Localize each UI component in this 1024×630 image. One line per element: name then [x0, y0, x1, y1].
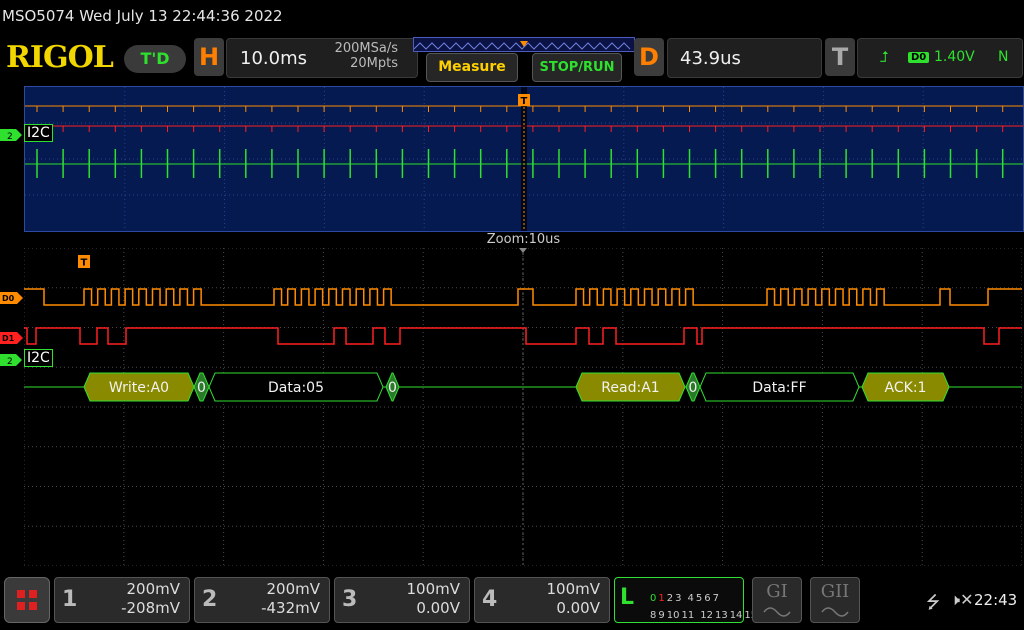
- trigger-level: 1.40V: [934, 49, 975, 65]
- channel-4-volts: 100mV: [546, 580, 600, 598]
- mute-icon[interactable]: 🕨✕: [950, 590, 974, 610]
- zoom-label: Zoom:10us: [486, 232, 561, 247]
- channel-3-offset: 0.00V: [416, 599, 460, 617]
- grid-menu-icon: [17, 590, 37, 610]
- decode-packet-label: Data:FF: [752, 380, 806, 396]
- logic-channel-13: 13: [714, 610, 728, 621]
- main-waveform: T Write:A0 0 Data:05 0 Read:A1 0 Data:FF ACK:1: [23, 247, 1023, 567]
- decode-packet-label: Read:A1: [601, 380, 659, 396]
- decode-packet-label: 0: [197, 380, 206, 396]
- logic-channel-11: 11: [681, 610, 695, 621]
- timebase-overview-bar[interactable]: [413, 37, 635, 52]
- channel-4-scale: 100mV 0.00V: [500, 580, 600, 618]
- channel-1-volts: 200mV: [126, 580, 180, 598]
- home-menu-button[interactable]: [4, 577, 50, 623]
- delay-label[interactable]: D: [634, 38, 664, 76]
- d0-trace: [24, 288, 1022, 306]
- channel-2-offset: -432mV: [261, 599, 320, 617]
- measure-button[interactable]: Measure: [426, 53, 518, 82]
- overview-waveform-window[interactable]: T: [24, 86, 1024, 232]
- decode-packet-label: 0: [388, 380, 397, 396]
- sample-info: 200MSa/s 20Mpts: [300, 41, 398, 71]
- generator-1-button[interactable]: GI: [752, 577, 802, 623]
- channel-3-scale: 100mV 0.00V: [360, 580, 460, 618]
- channel-1-number: 1: [62, 587, 78, 612]
- channel-2-number: 2: [202, 587, 218, 612]
- logic-channels-row-2: 8 9 10 11 12 13 14 15: [650, 603, 757, 622]
- sample-rate: 200MSa/s: [334, 41, 398, 56]
- main-waveform-grid[interactable]: T Write:A0 0 Data:05 0 Read:A1 0 Data:FF ACK:1: [23, 247, 1023, 567]
- logic-analyzer-label: L: [620, 585, 635, 610]
- d0-marker: D0: [0, 292, 23, 304]
- horizontal-scale: 10.0ms: [240, 48, 307, 69]
- overview-waveform: T: [25, 87, 1023, 231]
- sine-wave-icon: [763, 607, 791, 617]
- i2c-label-overview: I2C: [24, 124, 53, 142]
- i2c-label-main: I2C: [24, 349, 53, 367]
- generator-2-label: GII: [820, 581, 850, 602]
- decode-packet-label: Write:A0: [109, 380, 169, 396]
- logic-channel-10: 10: [666, 610, 680, 621]
- channel-4-number: 4: [482, 587, 498, 612]
- horizontal-label[interactable]: H: [194, 38, 224, 76]
- usb-icon: ⭍: [926, 593, 941, 613]
- decode-packet-label: Data:05: [268, 380, 324, 396]
- clock: 22:43: [974, 591, 1018, 609]
- ch2-marker-main-text: 2: [7, 357, 13, 367]
- generator-2-button[interactable]: GII: [810, 577, 860, 623]
- ch2-marker-overview-text: 2: [7, 132, 13, 142]
- ch2-marker-main: 2: [0, 354, 22, 367]
- stop-run-button[interactable]: STOP/RUN: [532, 53, 622, 82]
- channel-3-volts: 100mV: [406, 580, 460, 598]
- d1-marker: D1: [0, 332, 23, 344]
- channel-1-offset: -208mV: [121, 599, 180, 617]
- generator-1-label: GI: [766, 581, 788, 602]
- trigger-label[interactable]: T: [825, 38, 855, 76]
- ch2-marker-overview: 2: [0, 129, 22, 142]
- zoom-center-marker: [519, 248, 527, 253]
- logic-channel-8: 8: [650, 610, 657, 621]
- decode-packet-label: ACK:1: [885, 380, 927, 396]
- trigger-mode: N: [998, 49, 1009, 65]
- channel-2-scale: 200mV -432mV: [220, 580, 320, 618]
- rising-edge-icon: ⮥: [880, 48, 889, 66]
- channel-2-volts: 200mV: [266, 580, 320, 598]
- overview-trigger-marker-text: T: [521, 96, 528, 107]
- logic-channel-14: 14: [729, 610, 743, 621]
- delay-value: 43.9us: [680, 48, 741, 69]
- logic-channel-9: 9: [658, 610, 665, 621]
- channel-1-scale: 200mV -208mV: [80, 580, 180, 618]
- sine-wave-icon: [821, 607, 849, 617]
- title-bar: MSO5074 Wed July 13 22:44:36 2022: [2, 7, 283, 25]
- trigger-source: D0: [908, 52, 930, 63]
- trigger-status-badge: T'D: [124, 45, 186, 73]
- channel-3-number: 3: [342, 587, 358, 612]
- logic-channel-12: 12: [700, 610, 713, 621]
- timebase-bar-graphic: [413, 41, 631, 50]
- channel-4-offset: 0.00V: [556, 599, 600, 617]
- rigol-logo: RIGOL: [6, 40, 114, 75]
- trigger-marker-text: T: [81, 258, 88, 269]
- memory-depth: 20Mpts: [350, 56, 398, 71]
- decode-packet-label: 0: [689, 380, 698, 396]
- d0-marker-text: D0: [2, 294, 15, 303]
- d1-marker-text: D1: [2, 334, 15, 343]
